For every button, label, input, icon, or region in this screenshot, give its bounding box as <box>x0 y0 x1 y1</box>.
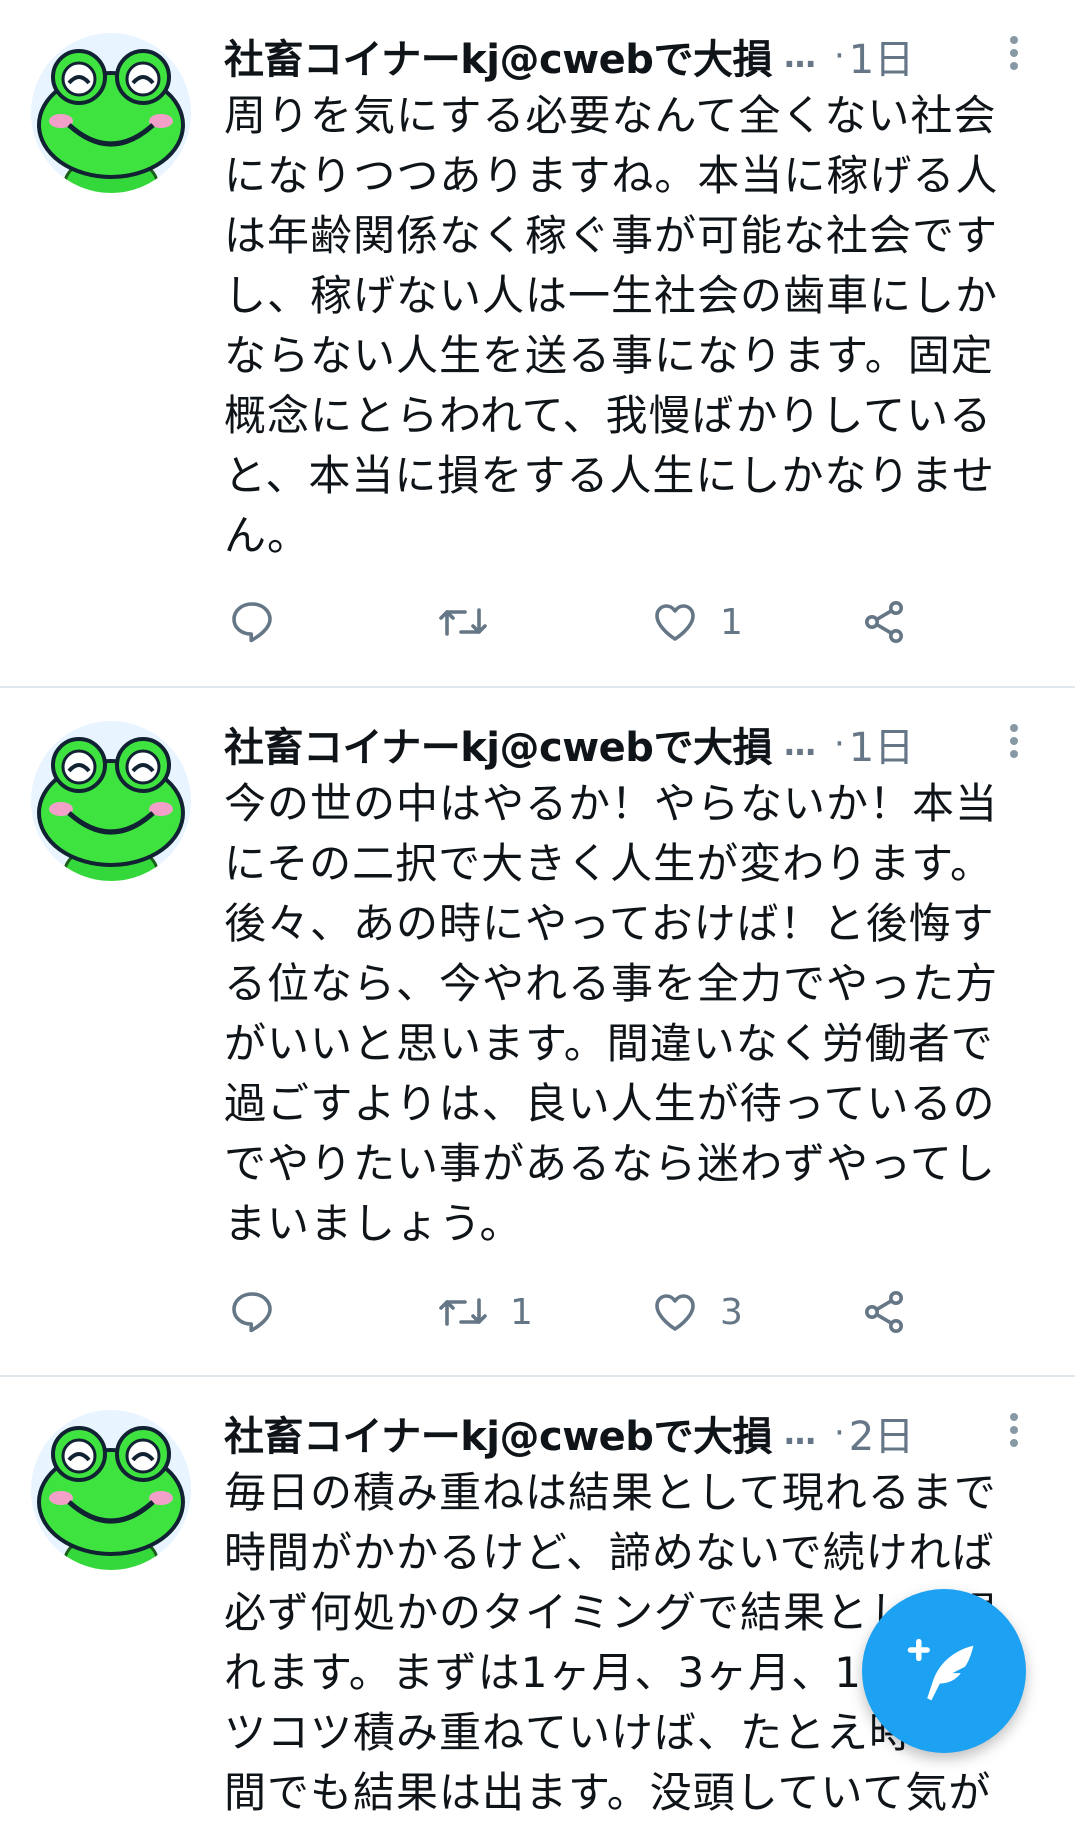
retweet-count: 1 <box>510 1291 533 1333</box>
retweet-button[interactable] <box>436 594 510 650</box>
retweet-icon <box>439 1298 487 1326</box>
tweet-actions: 1 <box>224 594 1075 650</box>
avatar[interactable] <box>31 33 191 193</box>
retweet-button[interactable]: 1 <box>436 1284 533 1340</box>
share-button[interactable] <box>860 594 908 650</box>
like-button[interactable]: 3 <box>650 1284 743 1340</box>
tweet[interactable]: 社畜コイナーkj@cwebで大損 … · 1日 今の世の中はやるか！やらないか！… <box>0 688 1075 1377</box>
compose-tweet-button[interactable] <box>862 1589 1026 1753</box>
tweet-header: 社畜コイナーkj@cwebで大損 … · 1日 <box>224 716 1032 772</box>
reply-icon <box>232 1292 272 1333</box>
avatar[interactable] <box>31 721 191 881</box>
heart-icon <box>655 604 695 641</box>
like-count: 1 <box>720 601 743 643</box>
author-name[interactable]: 社畜コイナーkj@cwebで大損 <box>224 27 772 85</box>
frog-avatar-image <box>31 1410 191 1570</box>
tweet-time[interactable]: 1日 <box>849 715 914 773</box>
name-ellipsis: … <box>783 1414 816 1452</box>
share-icon <box>865 1291 903 1333</box>
separator-dot: · <box>833 1413 845 1453</box>
heart-icon <box>655 1294 695 1331</box>
name-ellipsis: … <box>783 37 816 75</box>
frog-avatar-image <box>31 721 191 881</box>
author-name[interactable]: 社畜コイナーkj@cwebで大損 <box>224 1404 772 1462</box>
avatar[interactable] <box>31 1410 191 1570</box>
tweet-time[interactable]: 2日 <box>849 1404 914 1462</box>
more-vertical-icon[interactable] <box>996 32 1032 80</box>
tweet-header: 社畜コイナーkj@cwebで大損 … · 1日 <box>224 28 1032 84</box>
tweet-text: 周りを気にする必要なんて全くない社会 になりつつありますね。本当に稼げる人 は年… <box>224 91 999 560</box>
like-count: 3 <box>720 1291 743 1333</box>
retweet-icon <box>439 608 487 636</box>
tweet-text: 今の世の中はやるか！やらないか！本当 にその二択で大きく人生が変わります。 後々… <box>224 779 999 1248</box>
share-icon <box>865 601 903 643</box>
more-vertical-icon[interactable] <box>996 1409 1032 1457</box>
compose-feather-icon <box>907 1638 974 1701</box>
separator-dot: · <box>833 724 845 764</box>
frog-avatar-image <box>31 33 191 193</box>
share-button[interactable] <box>860 1284 908 1340</box>
tweet-actions: 1 3 <box>224 1284 1075 1340</box>
reply-icon <box>232 602 272 643</box>
reply-button[interactable] <box>228 1284 276 1340</box>
separator-dot: · <box>833 36 845 76</box>
more-vertical-icon[interactable] <box>996 720 1032 768</box>
author-name[interactable]: 社畜コイナーkj@cwebで大損 <box>224 715 772 773</box>
reply-button[interactable] <box>228 594 276 650</box>
name-ellipsis: … <box>783 725 816 763</box>
tweet-time[interactable]: 1日 <box>849 27 914 85</box>
like-button[interactable]: 1 <box>650 594 743 650</box>
tweet[interactable]: 社畜コイナーkj@cwebで大損 … · 1日 周りを気にする必要なんて全くない… <box>0 0 1075 688</box>
tweet-header: 社畜コイナーkj@cwebで大損 … · 2日 <box>224 1405 1032 1461</box>
